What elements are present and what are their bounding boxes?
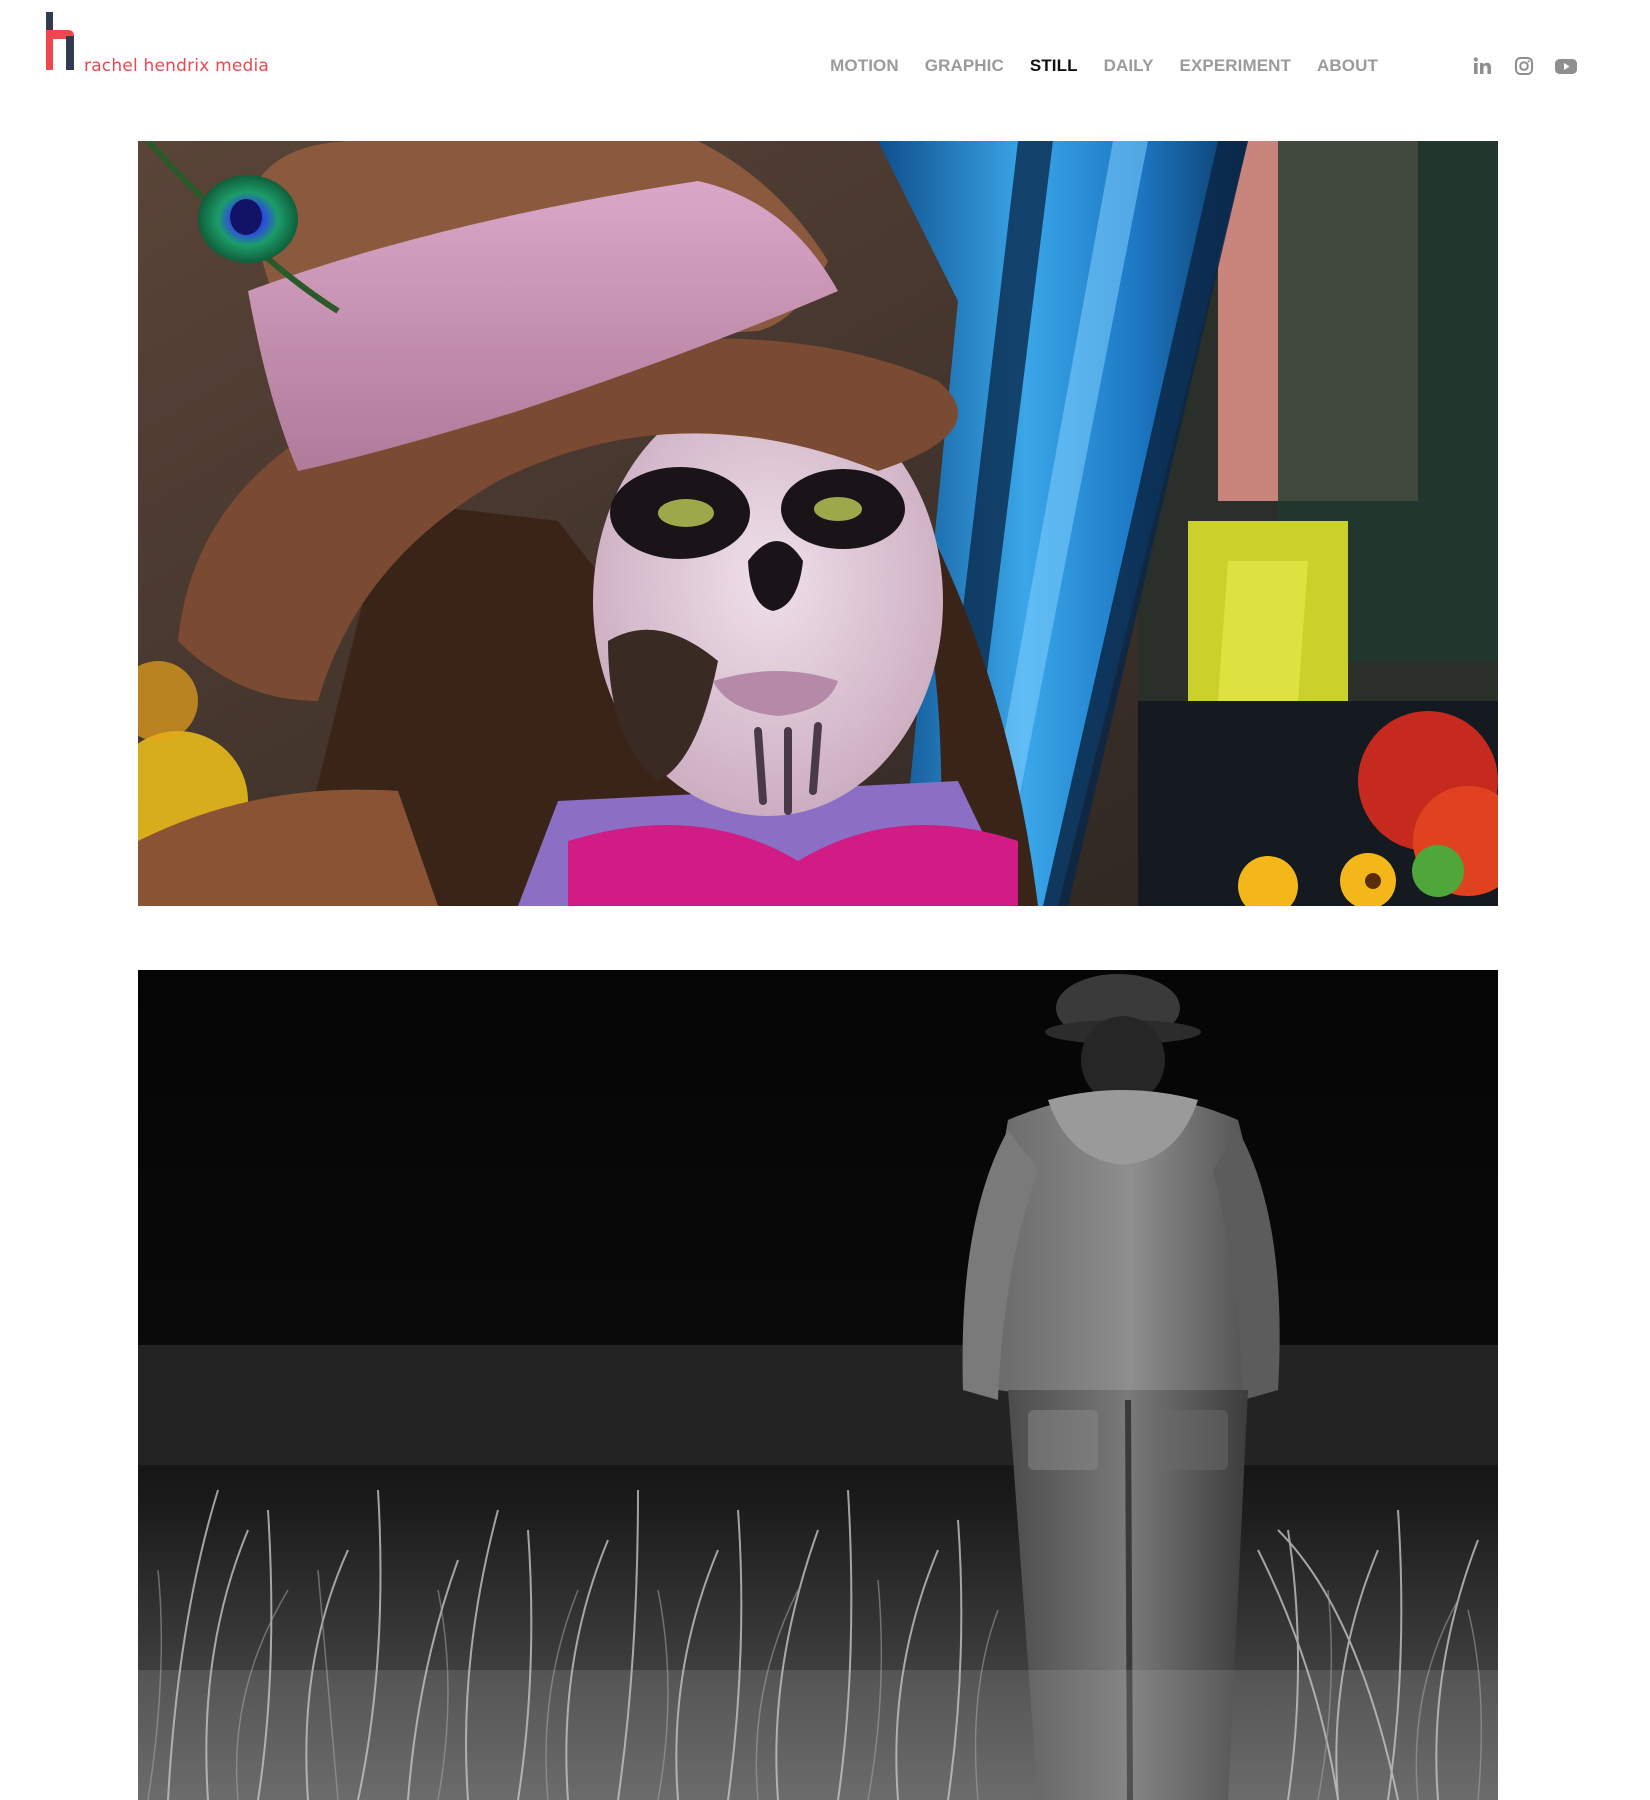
instagram-icon[interactable]	[1512, 54, 1536, 78]
photo-day-of-the-dead-portrait[interactable]	[138, 141, 1498, 906]
nav-graphic[interactable]: GRAPHIC	[925, 56, 1004, 76]
nav-experiment[interactable]: EXPERIMENT	[1180, 56, 1292, 76]
nav-daily[interactable]: DAILY	[1104, 56, 1154, 76]
linkedin-icon[interactable]	[1470, 54, 1494, 78]
site-logo[interactable]: rachel hendrix media	[46, 12, 270, 76]
logo-mark-icon	[46, 12, 74, 70]
nav-still[interactable]: STILL	[1030, 56, 1078, 76]
nav-motion[interactable]: MOTION	[830, 56, 899, 76]
logo-text: rachel hendrix media	[84, 56, 270, 76]
nav-about[interactable]: ABOUT	[1317, 56, 1378, 76]
photo-gallery	[138, 141, 1498, 1800]
main-navigation: MOTION GRAPHIC STILL DAILY EXPERIMENT AB…	[830, 56, 1378, 76]
social-links	[1470, 54, 1578, 78]
youtube-icon[interactable]	[1554, 54, 1578, 78]
